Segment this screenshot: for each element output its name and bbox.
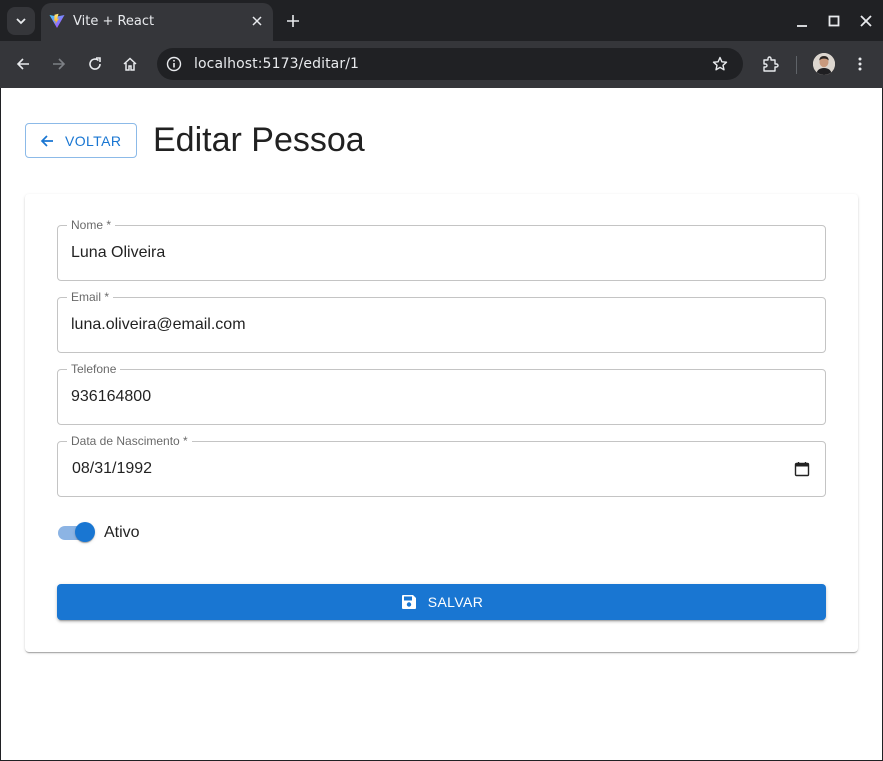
back-button-label: VOLTAR [65,132,122,149]
toolbar-divider [796,56,797,74]
address-bar[interactable]: localhost:5173/editar/1 [157,48,743,80]
minimize-button[interactable] [792,11,812,31]
page-title: Editar Pessoa [153,121,365,159]
close-icon [252,16,262,26]
new-tab-button[interactable] [283,11,303,31]
star-icon [712,56,728,71]
avatar-icon [813,53,835,75]
close-icon [860,15,872,27]
vite-logo-icon [49,13,65,28]
chevron-down-icon [16,18,26,25]
reload-icon [89,57,101,70]
info-icon [166,56,182,72]
window-close-button[interactable] [856,11,876,31]
calendar-icon[interactable] [794,461,810,477]
nascimento-label: Data de Nascimento * [67,434,192,448]
telefone-input[interactable]: 936164800 [71,388,151,406]
window-frame-left [0,88,1,761]
maximize-icon [828,15,840,27]
nome-input[interactable]: Luna Oliveira [71,244,165,262]
browser-toolbar: localhost:5173/editar/1 [0,41,883,88]
tab-strip: Vite + React [0,0,883,41]
ativo-label: Ativo [104,524,140,541]
reload-button[interactable] [83,52,107,76]
puzzle-icon [763,56,779,72]
email-input[interactable]: luna.oliveira@email.com [71,316,246,334]
ativo-switch[interactable] [57,521,97,545]
nome-label: Nome * [67,218,116,232]
telefone-label: Telefone [67,362,121,376]
extensions-button[interactable] [758,52,782,76]
tab-search-button[interactable] [7,7,35,35]
url-text: localhost:5173/editar/1 [194,56,360,72]
browser-tab[interactable]: Vite + React [41,3,273,41]
page-content: VOLTAR Editar Pessoa Nome * Luna Oliveir… [1,88,882,760]
minimize-icon [797,25,807,27]
nome-field[interactable]: Nome * Luna Oliveira [57,218,826,281]
switch-thumb [75,522,95,542]
telefone-field[interactable]: Telefone 936164800 [57,362,826,425]
back-nav-button[interactable] [11,52,35,76]
browser-menu-button[interactable] [848,52,872,76]
tab-close-button[interactable] [249,13,265,29]
profile-avatar[interactable] [813,53,835,75]
back-button[interactable]: VOLTAR [25,123,137,158]
nascimento-field[interactable]: Data de Nascimento * 08/31/1992 [57,434,826,497]
more-vert-icon [858,57,862,71]
nascimento-input[interactable]: 08/31/1992 [72,460,152,478]
arrow-left-icon [16,58,29,70]
arrow-right-icon [53,58,66,70]
maximize-button[interactable] [824,11,844,31]
save-button-label: SALVAR [427,594,484,610]
email-label: Email * [67,290,114,304]
email-field[interactable]: Email * luna.oliveira@email.com [57,290,826,353]
forward-nav-button[interactable] [47,52,71,76]
browser-chrome: Vite + React localhost:5173/editar/1 [0,0,883,88]
plus-icon [287,15,299,27]
site-info-button[interactable] [163,53,185,75]
home-icon [123,57,137,71]
bookmark-button[interactable] [711,55,729,73]
tab-title: Vite + React [73,14,155,29]
form-card: Nome * Luna Oliveira Email * luna.olivei… [25,194,858,652]
save-icon [401,595,416,609]
arrow-left-icon [40,134,53,147]
home-button[interactable] [118,52,142,76]
save-button[interactable]: SALVAR [57,584,826,620]
